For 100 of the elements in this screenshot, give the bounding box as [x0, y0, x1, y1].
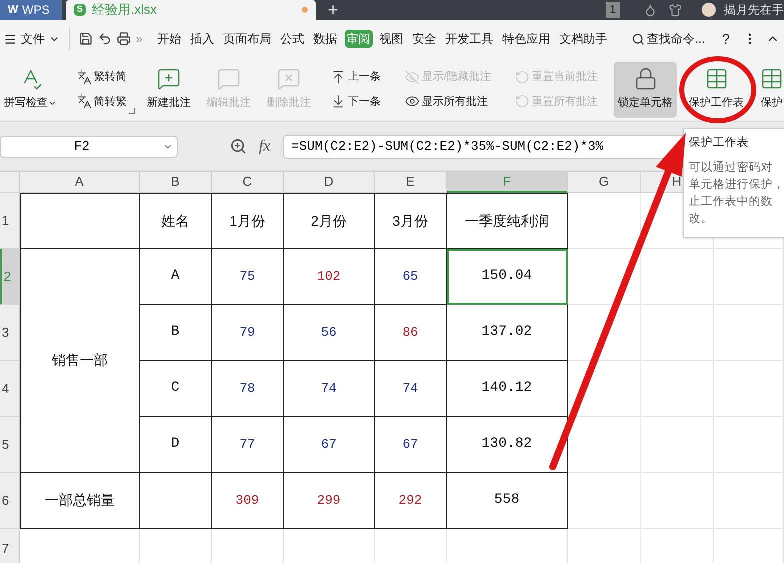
wps-logo: W	[8, 2, 18, 18]
table-cell: A	[140, 249, 212, 305]
grid-cell	[714, 305, 784, 361]
table-cell: 558	[447, 473, 568, 529]
grid-cell	[714, 249, 784, 305]
ribbon-icon	[760, 67, 784, 92]
menu-tab[interactable]: 特色应用	[500, 30, 553, 48]
file-name: 经验用.xlsx	[92, 1, 158, 20]
table-cell-text: 56	[321, 324, 337, 342]
table-cell: 130.82	[447, 417, 568, 473]
table-cell: 137.02	[447, 305, 568, 361]
table-cell: 销售一部	[20, 249, 140, 473]
ribbon-small-button[interactable]: 简转繁	[77, 94, 127, 110]
user-name[interactable]: 揭月先在手	[724, 1, 784, 19]
table-cell: 140.12	[447, 361, 568, 417]
ribbon-small-button[interactable]: 下一条	[331, 94, 381, 110]
shirt-icon[interactable]	[669, 4, 682, 16]
table-cell: 一部总销量	[20, 473, 140, 529]
tooltip-text: 改。	[689, 212, 714, 227]
print-icon[interactable]	[117, 32, 131, 46]
fx-label[interactable]: fx	[259, 134, 271, 158]
menu-tab[interactable]: 页面布局	[222, 30, 274, 48]
ribbon-small-button[interactable]: 显示所有批注	[405, 94, 492, 110]
menu-tab[interactable]: 视图	[378, 30, 406, 48]
name-box[interactable]: F2	[0, 136, 178, 158]
ribbon-icon	[515, 70, 530, 85]
table-cell-text: 65	[402, 268, 418, 286]
table-cell: 一季度纯利润	[447, 193, 568, 249]
ribbon-icon	[331, 70, 346, 85]
file-menu[interactable]: 文件	[4, 30, 60, 48]
search-icon	[632, 32, 646, 46]
ribbon-icon	[515, 94, 530, 110]
table-cell-text: 77	[240, 436, 256, 454]
ribbon-icon	[77, 94, 92, 110]
grid-cell	[714, 473, 784, 529]
table-cell-text: 74	[402, 380, 418, 398]
ribbon-button[interactable]: 拼写检查	[0, 62, 61, 118]
row-header[interactable]: 3	[0, 305, 20, 361]
ribbon-button[interactable]: 保护工作表	[685, 62, 748, 118]
table-cell: 3月份	[375, 193, 447, 249]
ribbon-small-button[interactable]: 上一条	[331, 69, 381, 86]
window-count-badge[interactable]: 1	[606, 2, 620, 18]
column-header[interactable]: E	[375, 172, 447, 193]
column-header[interactable]: A	[20, 172, 140, 193]
column-header[interactable]: G	[568, 172, 641, 193]
ribbon-icon	[157, 67, 181, 92]
table-cell-text: 309	[236, 492, 260, 510]
app-tab[interactable]: W WPS	[0, 0, 62, 20]
new-tab-button[interactable]: +	[316, 0, 351, 20]
table-cell-text: 102	[317, 268, 341, 286]
ribbon-icon	[217, 67, 241, 92]
tooltip-text: 止工作表中的数	[689, 194, 774, 210]
ribbon-small-button[interactable]: 繁转简	[77, 69, 127, 86]
table-cell-text: 299	[317, 492, 341, 510]
app-name: WPS	[22, 2, 50, 19]
dialog-launcher-icon[interactable]	[129, 108, 135, 114]
menu-tab[interactable]: 安全	[410, 30, 439, 48]
menu-tab[interactable]: 开始	[156, 30, 184, 48]
menu-tab[interactable]: 文档助手	[558, 30, 610, 48]
table-cell-text: 75	[240, 268, 256, 286]
column-header[interactable]: B	[140, 172, 212, 193]
table-cell-text: 78	[240, 380, 256, 398]
spreadsheet-icon: S	[74, 4, 86, 16]
avatar[interactable]	[702, 3, 716, 17]
zoom-icon[interactable]	[230, 138, 247, 155]
table-cell: C	[140, 361, 212, 417]
menu-tab[interactable]: 数据	[312, 30, 340, 48]
row-header[interactable]: 6	[0, 473, 20, 529]
table-cell-text: 67	[402, 436, 418, 454]
ribbon-icon	[405, 70, 420, 85]
undo-icon[interactable]	[98, 32, 112, 46]
row-header[interactable]: 5	[0, 417, 20, 473]
menu-tab[interactable]: 开发工具	[444, 30, 496, 48]
menu-tab[interactable]: 插入	[188, 30, 217, 48]
tooltip-title: 保护工作表	[689, 135, 750, 151]
row-header[interactable]: 7	[0, 529, 20, 563]
droplet-icon[interactable]	[644, 4, 657, 16]
table-cell-text: 79	[240, 324, 256, 342]
ribbon-button[interactable]: 锁定单元格	[614, 62, 678, 118]
column-header[interactable]: C	[212, 172, 284, 193]
active-cell: 150.04	[447, 249, 568, 305]
menu-tab[interactable]: 公式	[278, 30, 307, 48]
command-search[interactable]: 查找命令...	[632, 30, 706, 48]
table-cell: 2月份	[284, 193, 375, 249]
row-header[interactable]: 4	[0, 361, 20, 417]
row-header[interactable]: 1	[0, 193, 20, 249]
menu-icon	[4, 32, 17, 46]
table-cell-text: 67	[321, 436, 337, 454]
ribbon-icon	[405, 94, 420, 110]
save-icon[interactable]	[79, 32, 93, 46]
table-cell: D	[140, 417, 212, 473]
table-cell: B	[140, 305, 212, 361]
ribbon-icon	[77, 70, 92, 85]
table-cell: 1月份	[212, 193, 284, 249]
column-header[interactable]: D	[284, 172, 375, 193]
ribbon-button[interactable]: 保护	[756, 62, 784, 118]
table-cell-text: 74	[321, 380, 337, 398]
ribbon-icon	[704, 67, 729, 92]
help-button[interactable]: ?	[722, 28, 730, 50]
ribbon-button[interactable]: 新建批注	[143, 62, 195, 118]
